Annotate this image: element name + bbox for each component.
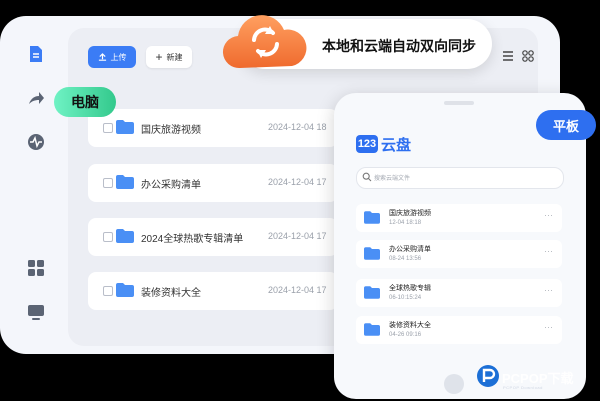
tablet-tag: 平板 <box>536 110 596 140</box>
row-checkbox[interactable] <box>103 232 113 242</box>
list-item[interactable]: 装修资料大全 04-26 09:16 ··· <box>356 316 562 344</box>
activity-icon[interactable] <box>26 132 46 152</box>
new-button[interactable]: + 新建 <box>146 46 192 68</box>
new-label: 新建 <box>166 52 183 62</box>
file-date: 2024-12-04 18 <box>268 122 327 132</box>
app-logo-text: 云盘 <box>381 137 412 154</box>
home-indicator[interactable] <box>444 374 464 394</box>
search-placeholder: 搜索云端文件 <box>374 176 411 182</box>
file-name: 装修资料大全 <box>141 288 201 299</box>
watermark-subtext: PCPOP Download <box>503 385 543 390</box>
list-item[interactable]: 全球热歌专辑 06-10:15:24 ··· <box>356 279 562 307</box>
search-icon <box>362 172 372 182</box>
file-date: 04-26 09:16 <box>389 332 422 338</box>
file-date: 08-24 13:56 <box>389 256 422 262</box>
folder-icon <box>364 323 380 336</box>
more-icon[interactable]: ··· <box>544 210 553 220</box>
tablet-notch <box>444 101 474 105</box>
folder-icon <box>364 286 380 299</box>
app-logo: 123 <box>356 135 378 153</box>
more-icon[interactable]: ··· <box>544 322 553 332</box>
row-checkbox[interactable] <box>103 286 113 296</box>
table-row[interactable]: 国庆旅游视频 2024-12-04 18 <box>88 109 338 147</box>
file-name: 装修资料大全 <box>389 322 431 329</box>
table-row[interactable]: 办公采购清单 2024-12-04 17 <box>88 164 338 202</box>
file-date: 2024-12-04 17 <box>268 177 327 187</box>
file-name: 办公采购清单 <box>389 246 431 253</box>
folder-icon <box>116 175 134 189</box>
list-item[interactable]: 办公采购清单 08-24 13:56 ··· <box>356 240 562 268</box>
file-name: 国庆旅游视频 <box>389 210 431 217</box>
apps-grid-icon[interactable] <box>26 258 46 278</box>
upload-label: 上传 <box>110 52 127 62</box>
file-date: 2024-12-04 17 <box>268 231 327 241</box>
file-date: 2024-12-04 17 <box>268 285 327 295</box>
folder-icon <box>116 120 134 134</box>
file-name: 2024全球热歌专辑清单 <box>141 234 244 245</box>
table-row[interactable]: 装修资料大全 2024-12-04 17 <box>88 272 338 310</box>
folder-icon <box>116 229 134 243</box>
row-checkbox[interactable] <box>103 123 113 133</box>
file-name: 全球热歌专辑 <box>389 285 431 292</box>
table-row[interactable]: 2024全球热歌专辑清单 2024-12-04 17 <box>88 218 338 256</box>
upload-icon <box>98 52 106 61</box>
grid-view-icon[interactable] <box>520 48 536 64</box>
file-icon[interactable] <box>26 44 46 64</box>
share-icon[interactable] <box>26 88 46 108</box>
list-view-icon[interactable] <box>500 48 516 64</box>
file-date: 12-04 18:18 <box>389 220 422 226</box>
more-icon[interactable]: ··· <box>544 285 553 295</box>
monitor-icon[interactable] <box>26 302 46 322</box>
folder-icon <box>116 283 134 297</box>
pc-tag: 电脑 <box>54 87 116 117</box>
pcpop-logo <box>477 365 499 387</box>
list-item[interactable]: 国庆旅游视频 12-04 18:18 ··· <box>356 204 562 232</box>
plus-icon: + <box>155 50 163 64</box>
folder-icon <box>364 247 380 260</box>
file-name: 办公采购清单 <box>141 180 201 191</box>
upload-button[interactable]: 上传 <box>88 46 136 68</box>
folder-icon <box>364 211 380 224</box>
file-name: 国庆旅游视频 <box>141 125 201 136</box>
more-icon[interactable]: ··· <box>544 246 553 256</box>
cloud-sync-icon <box>222 15 307 69</box>
sync-banner-text: 本地和云端自动双向同步 <box>322 38 476 54</box>
file-date: 06-10:15:24 <box>389 295 422 301</box>
row-checkbox[interactable] <box>103 178 113 188</box>
